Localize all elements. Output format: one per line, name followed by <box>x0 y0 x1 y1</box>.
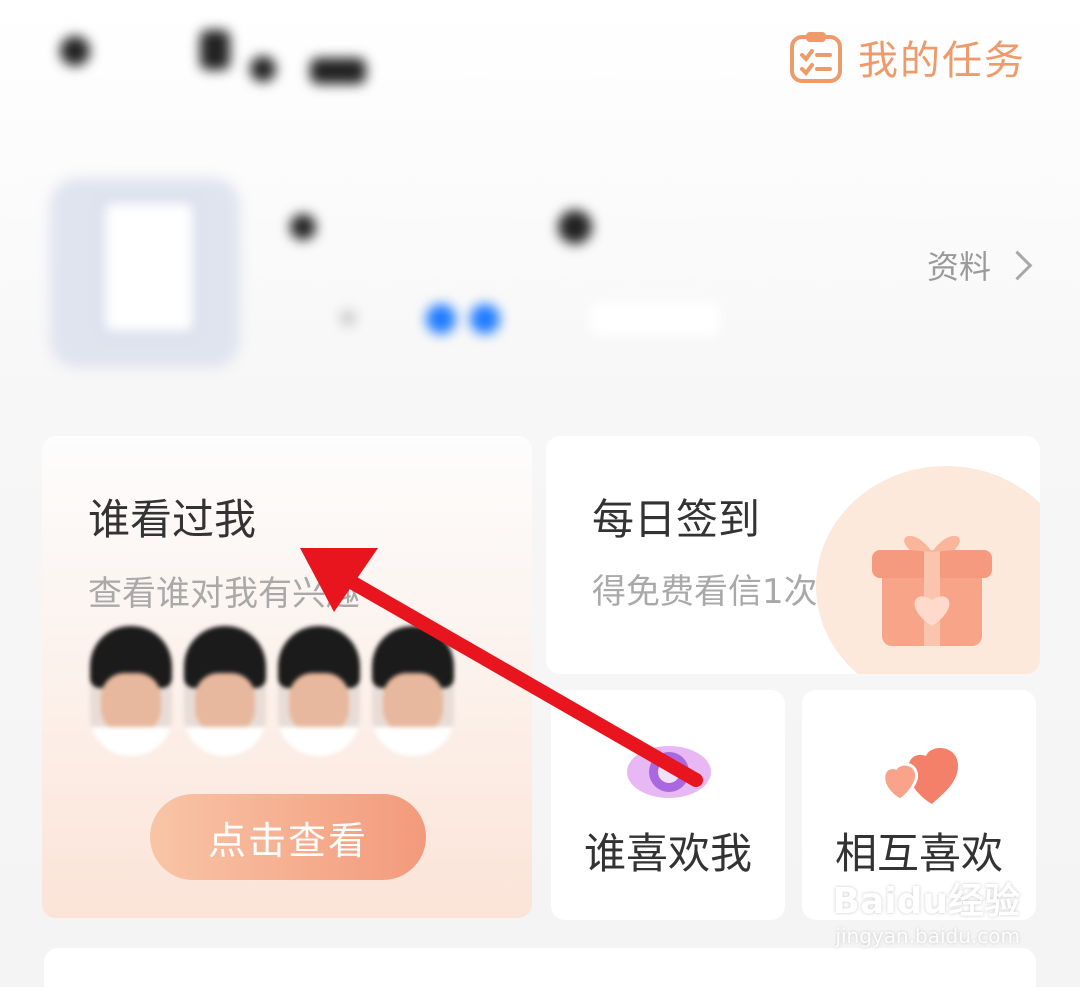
watermark: Baidu经验 jingyan.baidu.com <box>833 872 1020 948</box>
status-bar-blurred <box>60 30 380 90</box>
visitor-avatar <box>184 626 266 756</box>
gift-icon <box>872 535 992 646</box>
who-viewed-me-title: 谁看过我 <box>88 495 257 544</box>
profile-details-label: 资料 <box>926 248 991 286</box>
task-clipboard-icon <box>790 32 842 83</box>
watermark-brand: Baidu经验 <box>832 881 1020 922</box>
who-viewed-me-subtitle: 查看谁对我有兴趣 <box>88 574 360 614</box>
who-likes-me-card[interactable]: 谁喜欢我 <box>551 690 785 920</box>
visitor-avatar <box>372 626 454 756</box>
eye-icon <box>627 746 711 798</box>
who-viewed-me-card[interactable]: 谁看过我 查看谁对我有兴趣 点击查看 <box>42 436 532 918</box>
visitor-avatar <box>90 626 172 756</box>
daily-checkin-title: 每日签到 <box>592 495 761 544</box>
next-section-card <box>44 948 1036 1008</box>
profile-details-link[interactable]: 资料 <box>926 242 1033 288</box>
chevron-right-icon <box>1002 250 1033 280</box>
hearts-icon <box>882 747 958 804</box>
who-likes-me-label: 谁喜欢我 <box>583 829 752 878</box>
profile-badges-blurred <box>330 296 730 340</box>
watermark-url: jingyan.baidu.com <box>835 924 1020 948</box>
my-tasks-button[interactable]: 我的任务 <box>788 28 1026 86</box>
daily-checkin-subtitle: 得免费看信1次 <box>592 572 818 612</box>
my-tasks-label: 我的任务 <box>858 38 1026 84</box>
visitor-avatars <box>90 626 454 756</box>
view-visitors-button[interactable]: 点击查看 <box>150 794 426 880</box>
avatar[interactable] <box>30 168 260 378</box>
daily-checkin-card[interactable]: 每日签到 得免费看信1次 <box>546 436 1040 674</box>
visitor-avatar <box>278 626 360 756</box>
profile-name-blurred <box>280 200 620 260</box>
